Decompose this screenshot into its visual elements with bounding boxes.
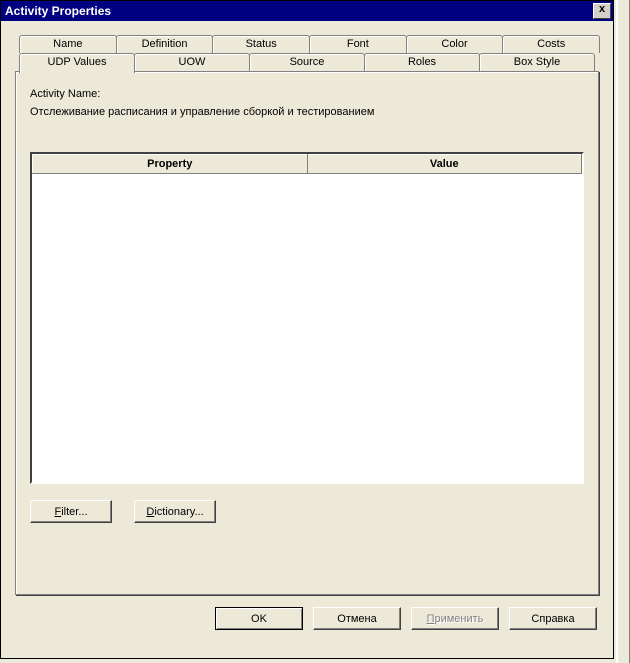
tab-font[interactable]: Font bbox=[309, 35, 407, 53]
help-button[interactable]: Справка bbox=[509, 607, 597, 630]
client-area: Name Definition Status Font Color Costs … bbox=[1, 21, 613, 658]
grid-header-row: Property Value bbox=[33, 155, 582, 174]
tab-udp-values[interactable]: UDP Values bbox=[19, 53, 135, 73]
tab-uow[interactable]: UOW bbox=[134, 53, 250, 71]
tab-source[interactable]: Source bbox=[249, 53, 365, 71]
filter-button[interactable]: Filter... bbox=[30, 500, 112, 523]
dictionary-button[interactable]: Dictionary... bbox=[134, 500, 216, 523]
tab-definition[interactable]: Definition bbox=[116, 35, 214, 53]
window-title: Activity Properties bbox=[5, 4, 111, 18]
tab-row-back: Name Definition Status Font Color Costs bbox=[15, 35, 599, 53]
tab-status[interactable]: Status bbox=[212, 35, 310, 53]
tab-box-style[interactable]: Box Style bbox=[479, 53, 595, 71]
close-button[interactable]: x bbox=[593, 3, 611, 19]
right-bevel-strip bbox=[616, 0, 630, 663]
ok-button[interactable]: OK bbox=[215, 607, 303, 630]
tab-costs[interactable]: Costs bbox=[502, 35, 600, 53]
udp-grid[interactable]: Property Value bbox=[30, 152, 584, 484]
grid-col-property[interactable]: Property bbox=[33, 155, 308, 174]
tab-color[interactable]: Color bbox=[406, 35, 504, 53]
grid-body[interactable] bbox=[32, 174, 582, 482]
tab-panel-udp-values: Activity Name: Отслеживание расписания и… bbox=[15, 71, 599, 595]
activity-name-value: Отслеживание расписания и управление сбо… bbox=[30, 106, 584, 118]
dialog-window: Activity Properties x Name Definition St… bbox=[0, 0, 614, 659]
tab-row-front: UDP Values UOW Source Roles Box Style bbox=[15, 53, 599, 71]
tab-control: Name Definition Status Font Color Costs … bbox=[15, 35, 599, 595]
grid-col-value[interactable]: Value bbox=[307, 155, 582, 174]
dialog-button-row: OK Отмена Применить Справка bbox=[15, 607, 599, 630]
titlebar: Activity Properties x bbox=[1, 1, 613, 21]
panel-button-row: Filter... Dictionary... bbox=[30, 500, 584, 523]
apply-button: Применить bbox=[411, 607, 499, 630]
cancel-button[interactable]: Отмена bbox=[313, 607, 401, 630]
tab-roles[interactable]: Roles bbox=[364, 53, 480, 71]
tab-name[interactable]: Name bbox=[19, 35, 117, 53]
activity-name-label: Activity Name: bbox=[30, 88, 584, 100]
